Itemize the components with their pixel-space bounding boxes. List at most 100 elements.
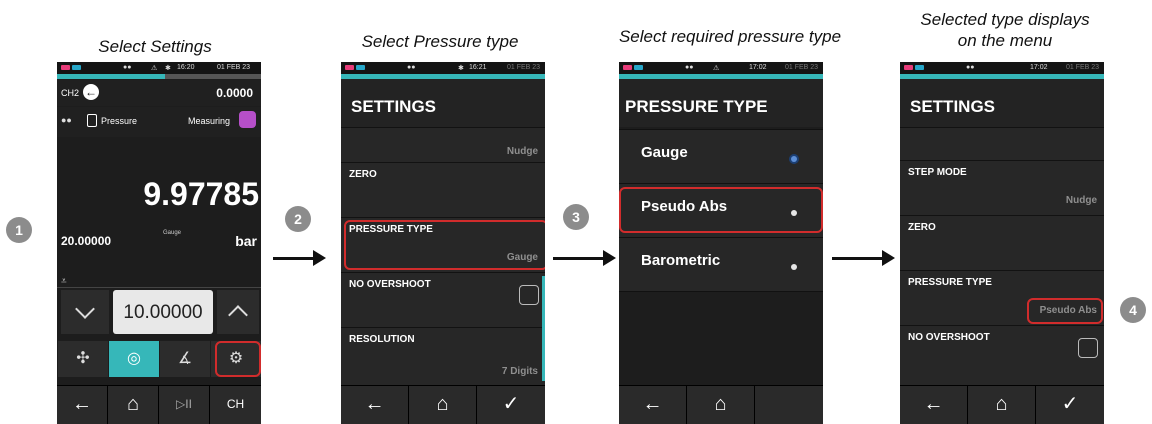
home-button[interactable]: ⌂ xyxy=(409,386,477,424)
fan-icon: ✣ xyxy=(76,350,90,367)
tab-angle[interactable]: ∡ xyxy=(160,341,210,377)
no-overshoot-checkbox[interactable] xyxy=(519,285,539,305)
status-bar: ●● ✱ 16:21 01 FEB 23 xyxy=(341,62,545,74)
step-mode-value: Nudge xyxy=(1065,195,1097,206)
signal-icon: ●● xyxy=(685,64,694,71)
main-reading: 9.97785 xyxy=(143,176,259,212)
status-date: 01 FEB 23 xyxy=(1066,64,1100,71)
signal-icon: ●● xyxy=(407,64,416,71)
status-date: 01 FEB 23 xyxy=(507,64,541,71)
resolution-label: RESOLUTION xyxy=(349,334,415,345)
status-time: 17:02 xyxy=(1030,64,1048,71)
step-mode-row[interactable]: STEP MODE Nudge xyxy=(900,160,1104,215)
back-button[interactable]: ← xyxy=(341,386,409,424)
pseudo-abs-highlight xyxy=(619,187,823,233)
zero-label: ZERO xyxy=(349,169,377,180)
caption-step-3: Select required pressure type xyxy=(618,27,842,46)
settings-highlight xyxy=(215,341,261,377)
mode-label: Measuring xyxy=(188,116,231,126)
step-badge-4: 4 xyxy=(1120,297,1146,323)
warning-icon: ⚠ xyxy=(151,65,158,72)
tab-pump[interactable]: ◎ xyxy=(109,341,159,377)
home-button[interactable]: ⌂ xyxy=(687,386,755,424)
step-mode-row[interactable]: Nudge xyxy=(341,127,545,162)
option-barometric-radio[interactable] xyxy=(791,264,797,270)
decrement-button[interactable] xyxy=(61,290,109,334)
zero-label: ZERO xyxy=(908,222,936,233)
increment-button[interactable] xyxy=(217,290,259,334)
zero-row[interactable]: ZERO xyxy=(900,215,1104,270)
battery-icon xyxy=(61,65,70,70)
battery-icon xyxy=(623,65,632,70)
nav-bar: ← ⌂ ▷II CH xyxy=(57,385,261,424)
status-bar: ●● 17:02 01 FEB 23 xyxy=(900,62,1104,74)
home-button[interactable]: ⌂ xyxy=(968,386,1036,424)
list-divider xyxy=(619,291,823,292)
chevron-up-icon xyxy=(228,305,248,325)
step-mode-label: STEP MODE xyxy=(908,167,967,178)
back-button[interactable]: ← xyxy=(57,386,108,424)
step-badge-2: 2 xyxy=(285,206,311,232)
pump-icon[interactable] xyxy=(239,111,256,128)
caption-step-4-line-1: Selected type displays xyxy=(920,10,1090,29)
no-overshoot-row[interactable]: NO OVERSHOOT xyxy=(900,325,1104,386)
progress-fill xyxy=(57,74,165,79)
status-date: 01 FEB 23 xyxy=(785,64,819,71)
screen-settings-after: ●● 17:02 01 FEB 23 SETTINGS STEP MODE Nu… xyxy=(900,62,1104,424)
caption-step-4: Selected type displays on the menu xyxy=(880,9,1130,51)
pump-tab-icon: ◎ xyxy=(127,350,141,367)
empty-nav-slot xyxy=(755,386,823,424)
status-bar: ●● ⚠ ✱ 16:20 01 FEB 23 xyxy=(57,62,261,74)
page-title: PRESSURE TYPE xyxy=(619,79,823,127)
channel-row: CH2 ← 0.0000 xyxy=(57,80,261,106)
page-title: SETTINGS xyxy=(341,79,545,127)
bluetooth-icon: ✱ xyxy=(458,65,464,72)
gauge-icon xyxy=(87,114,97,127)
screen-main-measuring: ●● ⚠ ✱ 16:20 01 FEB 23 CH2 ← 0.0000 ●● P… xyxy=(57,62,261,424)
progress-track xyxy=(57,74,261,79)
range-value: 20.00000 xyxy=(61,234,112,248)
status-bar: ●● ⚠ 17:02 01 FEB 23 xyxy=(619,62,823,74)
nav-bar: ← ⌂ xyxy=(619,385,823,424)
caption-step-1: Select Settings xyxy=(98,37,212,56)
play-pause-button[interactable]: ▷II xyxy=(159,386,210,424)
option-barometric-label: Barometric xyxy=(641,252,721,269)
tab-fan[interactable]: ✣ xyxy=(58,341,108,377)
back-button[interactable]: ← xyxy=(900,386,968,424)
option-gauge[interactable]: Gauge xyxy=(619,129,823,183)
channel-label: CH2 xyxy=(61,88,80,98)
pseudo-abs-value-highlight xyxy=(1027,298,1103,324)
back-button[interactable]: ← xyxy=(619,386,687,424)
confirm-button[interactable]: ✓ xyxy=(1036,386,1104,424)
caption-step-2: Select Pressure type xyxy=(361,32,519,51)
usb-icon xyxy=(72,65,81,70)
unit-label: bar xyxy=(235,233,257,249)
setpoint-field[interactable]: 10.00000 xyxy=(113,290,213,334)
setpoint-value: 10.00000 xyxy=(123,302,203,323)
confirm-button[interactable]: ✓ xyxy=(477,386,545,424)
resolution-value: 7 Digits xyxy=(501,366,538,377)
pressure-type-highlight xyxy=(344,220,545,270)
option-barometric[interactable]: Barometric xyxy=(619,237,823,291)
pressure-type-small: Gauge xyxy=(163,230,182,236)
no-overshoot-checkbox[interactable] xyxy=(1078,338,1098,358)
warning-icon: ⚠ xyxy=(713,65,720,72)
home-button[interactable]: ⌂ xyxy=(108,386,159,424)
step-badge-3: 3 xyxy=(563,204,589,230)
step-mode-value: Nudge xyxy=(506,146,538,157)
status-time: 17:02 xyxy=(749,64,767,71)
caption-step-4-line-2: on the menu xyxy=(957,31,1053,50)
no-overshoot-label: NO OVERSHOOT xyxy=(908,332,990,343)
nav-bar: ← ⌂ ✓ xyxy=(900,385,1104,424)
option-gauge-radio[interactable] xyxy=(791,156,797,162)
channel-arrow-icon[interactable]: ← xyxy=(83,84,99,100)
resolution-row[interactable]: RESOLUTION 7 Digits xyxy=(341,327,545,388)
channel-button[interactable]: CH xyxy=(210,386,261,424)
no-overshoot-row[interactable]: NO OVERSHOOT xyxy=(341,272,545,327)
sensor-icon: ●● xyxy=(61,115,72,125)
angle-icon: ∡ xyxy=(177,350,193,367)
scrollbar[interactable] xyxy=(542,276,545,381)
usb-icon xyxy=(634,65,643,70)
setpoint-row-line xyxy=(57,287,261,288)
zero-row[interactable]: ZERO xyxy=(341,162,545,217)
